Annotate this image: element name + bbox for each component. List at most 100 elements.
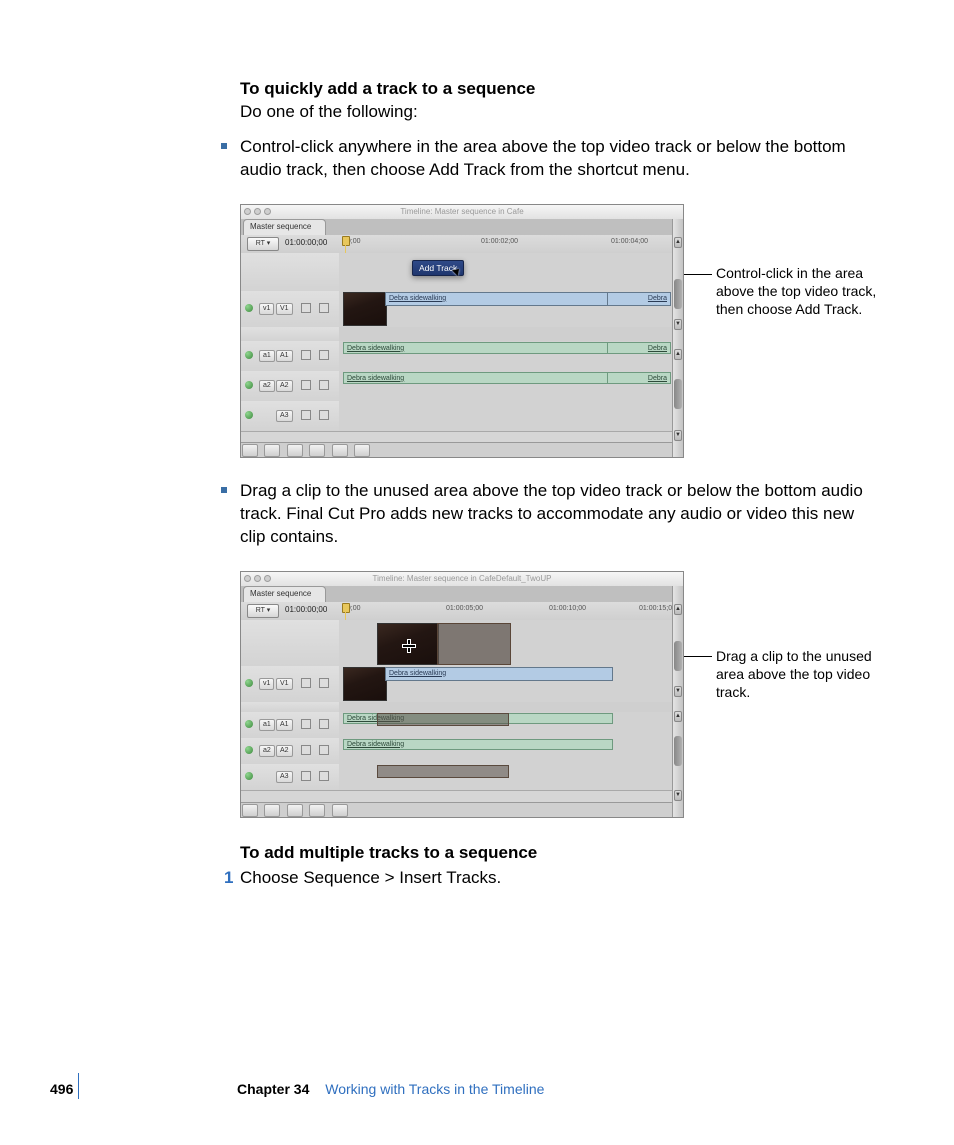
src-a1-chip[interactable]: a1 bbox=[259, 350, 275, 362]
autoselect-icon[interactable] bbox=[319, 745, 329, 755]
enable-dot-icon[interactable] bbox=[245, 720, 253, 728]
src-a2-chip[interactable]: a2 bbox=[259, 745, 275, 757]
tab-bar: Master sequence bbox=[241, 219, 683, 236]
sequence-tab[interactable]: Master sequence bbox=[243, 586, 326, 602]
track-content-empty[interactable] bbox=[339, 253, 673, 291]
track-header-v1[interactable]: v1 V1 bbox=[241, 666, 340, 702]
track-header-a3[interactable]: A3 bbox=[241, 764, 340, 790]
track-header-a1[interactable]: a1 A1 bbox=[241, 341, 340, 371]
track-header-v1[interactable]: v1 V1 bbox=[241, 291, 340, 327]
scroll-down-icon[interactable]: ▼ bbox=[674, 790, 682, 801]
dest-A3-chip[interactable]: A3 bbox=[276, 771, 293, 783]
audio-clip[interactable]: Debra sidewalking bbox=[343, 739, 613, 750]
track-content-a3[interactable] bbox=[339, 764, 673, 790]
track-content-v1[interactable]: Debra sidewalking Debra sidewalking bbox=[339, 291, 673, 327]
track-content-a3[interactable] bbox=[339, 401, 673, 431]
enable-dot-icon[interactable] bbox=[245, 304, 253, 312]
video-clip-b[interactable]: Debra sidewalking bbox=[607, 292, 671, 306]
dest-A2-chip[interactable]: A2 bbox=[276, 380, 293, 392]
vertical-scrollbar[interactable]: ▲ ▼ ▲ ▼ bbox=[672, 586, 683, 817]
footer-btn[interactable] bbox=[242, 444, 258, 457]
track-header-a2[interactable]: a2 A2 bbox=[241, 371, 340, 401]
rt-button[interactable]: RT ▾ bbox=[247, 604, 279, 618]
footer-btn[interactable] bbox=[264, 804, 280, 817]
dest-V1-chip[interactable]: V1 bbox=[276, 303, 293, 315]
scroll-thumb[interactable] bbox=[674, 379, 682, 409]
autoselect-icon[interactable] bbox=[319, 380, 329, 390]
lock-icon[interactable] bbox=[301, 771, 311, 781]
footer-btn[interactable] bbox=[332, 444, 348, 457]
lock-icon[interactable] bbox=[301, 380, 311, 390]
lock-icon[interactable] bbox=[301, 719, 311, 729]
footer-btn[interactable] bbox=[332, 804, 348, 817]
track-content-a1[interactable]: Debra sidewalking Debra sidewalking bbox=[339, 341, 673, 371]
enable-dot-icon[interactable] bbox=[245, 381, 253, 389]
dest-A1-chip[interactable]: A1 bbox=[276, 350, 293, 362]
autoselect-icon[interactable] bbox=[319, 678, 329, 688]
scroll-thumb[interactable] bbox=[674, 736, 682, 766]
video-clip[interactable]: Debra sidewalking bbox=[385, 667, 613, 681]
autoselect-icon[interactable] bbox=[319, 719, 329, 729]
enable-dot-icon[interactable] bbox=[245, 351, 253, 359]
footer-btn[interactable] bbox=[242, 804, 258, 817]
footer-btn[interactable] bbox=[264, 444, 280, 457]
track-content-a1[interactable]: Debra sidewalking bbox=[339, 712, 673, 738]
track-content-empty[interactable] bbox=[339, 620, 673, 666]
dest-A3-chip[interactable]: A3 bbox=[276, 410, 293, 422]
sequence-tab[interactable]: Master sequence bbox=[243, 219, 326, 235]
scroll-thumb[interactable] bbox=[674, 279, 682, 309]
rt-button[interactable]: RT ▾ bbox=[247, 237, 279, 251]
audio-clip-b[interactable]: Debra sidewalking bbox=[607, 372, 671, 384]
dest-A1-chip[interactable]: A1 bbox=[276, 719, 293, 731]
lock-icon[interactable] bbox=[301, 350, 311, 360]
src-a1-chip[interactable]: a1 bbox=[259, 719, 275, 731]
scroll-down-icon[interactable]: ▼ bbox=[674, 319, 682, 330]
dest-V1-chip[interactable]: V1 bbox=[276, 678, 293, 690]
enable-dot-icon[interactable] bbox=[245, 772, 253, 780]
traffic-lights-icon bbox=[244, 208, 271, 215]
track-header-a1[interactable]: a1 A1 bbox=[241, 712, 340, 738]
scroll-down-icon[interactable]: ▼ bbox=[674, 430, 682, 441]
autoselect-icon[interactable] bbox=[319, 771, 329, 781]
track-content-a2[interactable]: Debra sidewalking bbox=[339, 738, 673, 764]
enable-dot-icon[interactable] bbox=[245, 411, 253, 419]
track-row-a1: a1 A1 Debra sidewalking Debra sidewalkin… bbox=[241, 341, 673, 372]
lock-icon[interactable] bbox=[301, 745, 311, 755]
scroll-down-icon[interactable]: ▼ bbox=[674, 686, 682, 697]
clip-thumbnail bbox=[343, 292, 387, 326]
autoselect-icon[interactable] bbox=[319, 410, 329, 420]
scroll-up-icon[interactable]: ▲ bbox=[674, 349, 682, 360]
track-row-a2: a2 A2 Debra sidewalking bbox=[241, 738, 673, 765]
src-a2-chip[interactable]: a2 bbox=[259, 380, 275, 392]
scroll-up-icon[interactable]: ▲ bbox=[674, 711, 682, 722]
lock-icon[interactable] bbox=[301, 303, 311, 313]
scroll-thumb[interactable] bbox=[674, 641, 682, 671]
enable-dot-icon[interactable] bbox=[245, 746, 253, 754]
scroll-up-icon[interactable]: ▲ bbox=[674, 604, 682, 615]
empty-track-area[interactable] bbox=[241, 620, 673, 667]
ruler-tick-3: 01:00:15;00 bbox=[639, 605, 676, 612]
vertical-scrollbar[interactable]: ▲ ▼ ▲ ▼ bbox=[672, 219, 683, 457]
playhead-icon[interactable] bbox=[340, 602, 350, 619]
dest-A2-chip[interactable]: A2 bbox=[276, 745, 293, 757]
track-header-a2[interactable]: a2 A2 bbox=[241, 738, 340, 764]
window-titlebar: Timeline: Master sequence in CafeDefault… bbox=[241, 572, 683, 587]
scroll-up-icon[interactable]: ▲ bbox=[674, 237, 682, 248]
src-v1-chip[interactable]: v1 bbox=[259, 678, 274, 690]
footer-btn[interactable] bbox=[287, 804, 303, 817]
footer-btn[interactable] bbox=[287, 444, 303, 457]
track-header-a3[interactable]: A3 bbox=[241, 401, 340, 431]
autoselect-icon[interactable] bbox=[319, 303, 329, 313]
track-content-a2[interactable]: Debra sidewalking Debra sidewalking bbox=[339, 371, 673, 401]
track-content-v1[interactable]: Debra sidewalking bbox=[339, 666, 673, 702]
footer-btn[interactable] bbox=[354, 444, 370, 457]
footer-btn[interactable] bbox=[309, 804, 325, 817]
lock-icon[interactable] bbox=[301, 410, 311, 420]
lock-icon[interactable] bbox=[301, 678, 311, 688]
src-v1-chip[interactable]: v1 bbox=[259, 303, 274, 315]
footer-btn[interactable] bbox=[309, 444, 325, 457]
enable-dot-icon[interactable] bbox=[245, 679, 253, 687]
playhead-icon[interactable] bbox=[340, 235, 350, 252]
audio-clip-b[interactable]: Debra sidewalking bbox=[607, 342, 671, 354]
autoselect-icon[interactable] bbox=[319, 350, 329, 360]
